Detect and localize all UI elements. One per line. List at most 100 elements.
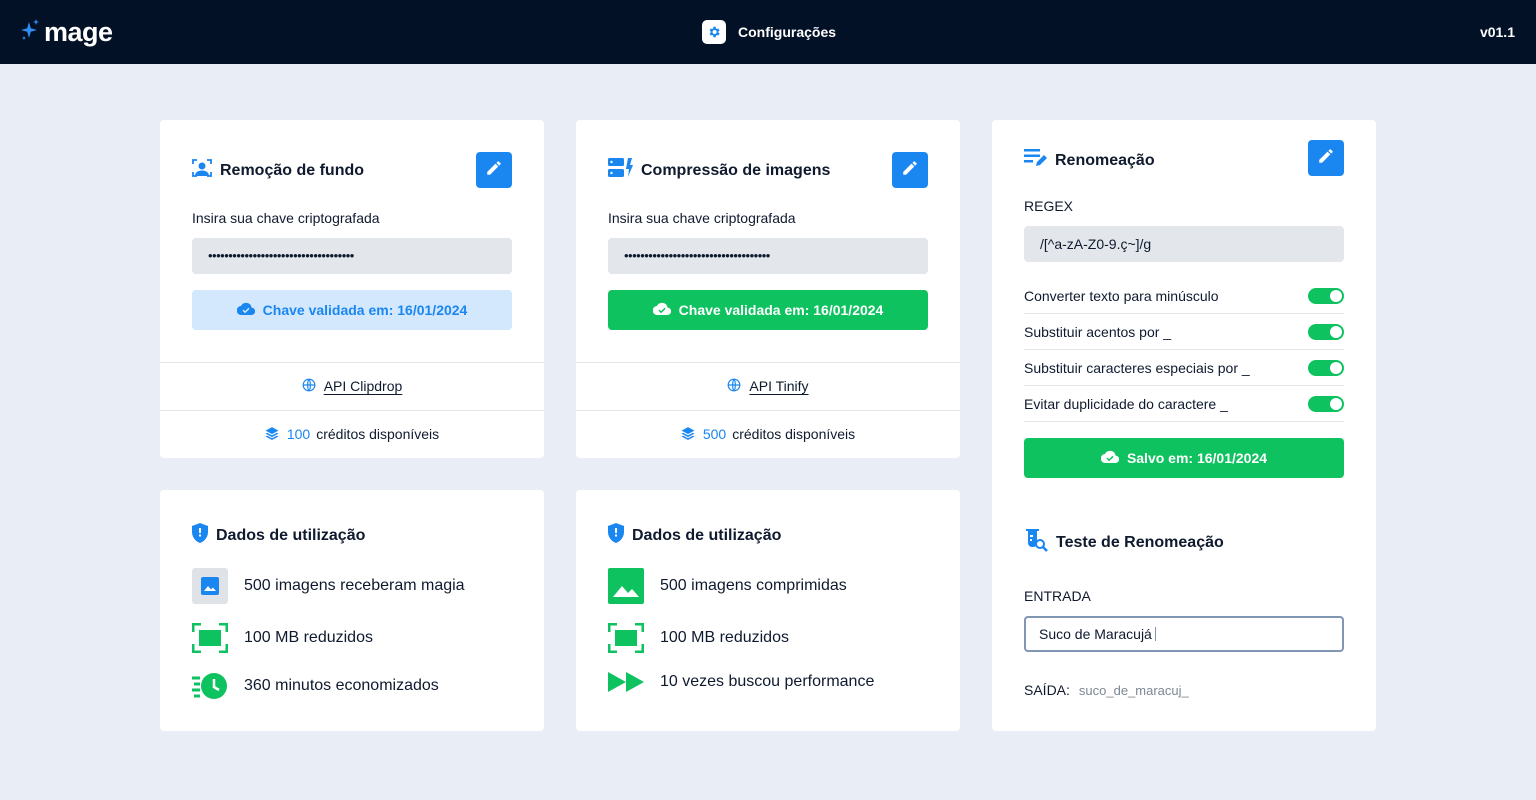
compression-header: Compressão de imagens <box>608 158 830 183</box>
rename-card: Renomeação REGEX /[^a-zA-Z0-9.ç~]/g Conv… <box>992 120 1376 731</box>
flask-search-icon <box>1024 528 1048 557</box>
api-key-field[interactable]: •••••••••••••••••••••••••••••••••••• <box>608 238 928 274</box>
key-label: Insira sua chave criptografada <box>608 210 796 226</box>
key-status-label: Chave validada em: 16/01/2024 <box>678 302 884 318</box>
layers-icon <box>265 426 279 443</box>
duplicates-toggle[interactable] <box>1308 395 1344 412</box>
cloud-check-icon <box>1100 450 1120 467</box>
option-label: Substituir caracteres especiais por _ <box>1024 359 1250 376</box>
input-label: ENTRADA <box>1024 588 1091 604</box>
bg-removal-header: Remoção de fundo <box>192 158 364 183</box>
usage-text: 360 minutos economizados <box>244 677 439 694</box>
usage-text: 100 MB reduzidos <box>244 629 373 646</box>
option-lowercase: Converter texto para minúsculo <box>1024 278 1344 314</box>
usage-text: 100 MB reduzidos <box>660 629 789 646</box>
pencil-icon <box>1317 147 1335 170</box>
credits-row: 100 créditos disponíveis <box>160 422 544 446</box>
key-status-button[interactable]: Chave validada em: 16/01/2024 <box>608 290 928 330</box>
api-link[interactable]: API Tinify <box>749 378 808 394</box>
card-title: Remoção de fundo <box>220 161 365 179</box>
option-special-chars: Substituir caracteres especiais por _ <box>1024 350 1344 386</box>
pencil-icon <box>485 159 503 182</box>
card-title: Dados de utilização <box>216 526 366 544</box>
usage-card-compression: Dados de utilização 500 imagens comprimi… <box>576 490 960 731</box>
compression-card: Compressão de imagens Insira sua chave c… <box>576 120 960 458</box>
divider <box>576 410 960 411</box>
output-value: suco_de_maracuj_ <box>1078 682 1189 698</box>
rename-test-header: Teste de Renomeação <box>1024 528 1224 557</box>
image-icon <box>192 568 228 604</box>
fast-forward-icon <box>608 664 644 700</box>
credits-row: 500 créditos disponíveis <box>576 422 960 446</box>
save-button[interactable]: Salvo em: 16/01/2024 <box>1024 438 1344 478</box>
accents-toggle[interactable] <box>1308 323 1344 340</box>
globe-icon <box>727 378 741 395</box>
regex-label: REGEX <box>1024 198 1074 214</box>
api-link-row: API Tinify <box>576 374 960 398</box>
option-accents: Substituir acentos por _ <box>1024 314 1344 350</box>
key-status-label: Chave validada em: 16/01/2024 <box>262 302 468 318</box>
special-chars-toggle[interactable] <box>1308 359 1344 376</box>
gear-icon <box>702 20 726 44</box>
server-bolt-icon <box>608 158 633 183</box>
usage-card-bg-removal: Dados de utilização 500 imagens recebera… <box>160 490 544 731</box>
option-label: Evitar duplicidade do caractere _ <box>1024 395 1228 412</box>
logo[interactable]: mage <box>20 16 113 48</box>
divider <box>576 362 960 363</box>
rename-input[interactable]: Suco de Maracujá <box>1024 616 1344 652</box>
shield-icon <box>608 523 624 548</box>
frame-compress-icon <box>192 620 228 656</box>
credits-label: créditos disponíveis <box>732 426 856 442</box>
edit-button[interactable] <box>892 152 928 188</box>
output-row: SAÍDA: suco_de_maracuj_ <box>1024 680 1189 700</box>
key-label: Insira sua chave criptografada <box>192 210 380 226</box>
shield-icon <box>192 523 208 548</box>
option-label: Substituir acentos por _ <box>1024 323 1172 340</box>
page-header: Configurações <box>702 20 836 44</box>
credits-count: 500 <box>702 426 727 442</box>
usage-text: 500 imagens receberam magia <box>244 577 465 594</box>
card-title: Teste de Renomeação <box>1056 533 1224 551</box>
usage-text: 500 imagens comprimidas <box>660 577 847 594</box>
rename-header: Renomeação <box>1024 148 1155 173</box>
page-title: Configurações <box>738 24 837 40</box>
credits-label: créditos disponíveis <box>316 426 440 442</box>
divider <box>160 362 544 363</box>
usage-header: Dados de utilização <box>608 523 781 548</box>
version-label: v01.1 <box>1479 24 1515 40</box>
edit-button[interactable] <box>1308 140 1344 176</box>
edit-button[interactable] <box>476 152 512 188</box>
usage-row: 500 imagens comprimidas <box>608 568 847 604</box>
option-label: Converter texto para minúsculo <box>1024 287 1219 304</box>
usage-row: 100 MB reduzidos <box>608 620 789 656</box>
key-status-button[interactable]: Chave validada em: 16/01/2024 <box>192 290 512 330</box>
usage-row: 10 vezes buscou performance <box>608 664 874 700</box>
divider <box>160 410 544 411</box>
bg-removal-card: Remoção de fundo Insira sua chave cripto… <box>160 120 544 458</box>
cloud-check-icon <box>236 302 255 319</box>
usage-header: Dados de utilização <box>192 523 365 548</box>
api-link[interactable]: API Clipdrop <box>324 378 403 394</box>
app-name: mage <box>44 16 113 47</box>
text-edit-icon <box>1024 148 1047 173</box>
layers-icon <box>681 426 695 443</box>
usage-text: 10 vezes buscou performance <box>660 673 875 690</box>
rename-input-value: Suco de Maracujá <box>1039 626 1152 642</box>
usage-row: 360 minutos economizados <box>192 668 439 704</box>
api-key-field[interactable]: •••••••••••••••••••••••••••••••••••• <box>192 238 512 274</box>
usage-row: 100 MB reduzidos <box>192 620 373 656</box>
fast-clock-icon <box>192 668 228 704</box>
credits-count: 100 <box>286 426 311 442</box>
top-bar: mage Configurações v01.1 <box>0 0 1536 64</box>
globe-icon <box>302 378 316 395</box>
option-duplicates: Evitar duplicidade do caractere _ <box>1024 386 1344 422</box>
sparkle-icon <box>20 18 40 47</box>
card-title: Dados de utilização <box>632 526 782 544</box>
output-label: SAÍDA: <box>1024 682 1070 698</box>
lowercase-toggle[interactable] <box>1308 287 1344 304</box>
pencil-icon <box>901 159 919 182</box>
image-icon <box>608 568 644 604</box>
save-label: Salvo em: 16/01/2024 <box>1126 450 1268 466</box>
card-title: Compressão de imagens <box>641 161 831 179</box>
regex-field[interactable]: /[^a-zA-Z0-9.ç~]/g <box>1024 226 1344 262</box>
